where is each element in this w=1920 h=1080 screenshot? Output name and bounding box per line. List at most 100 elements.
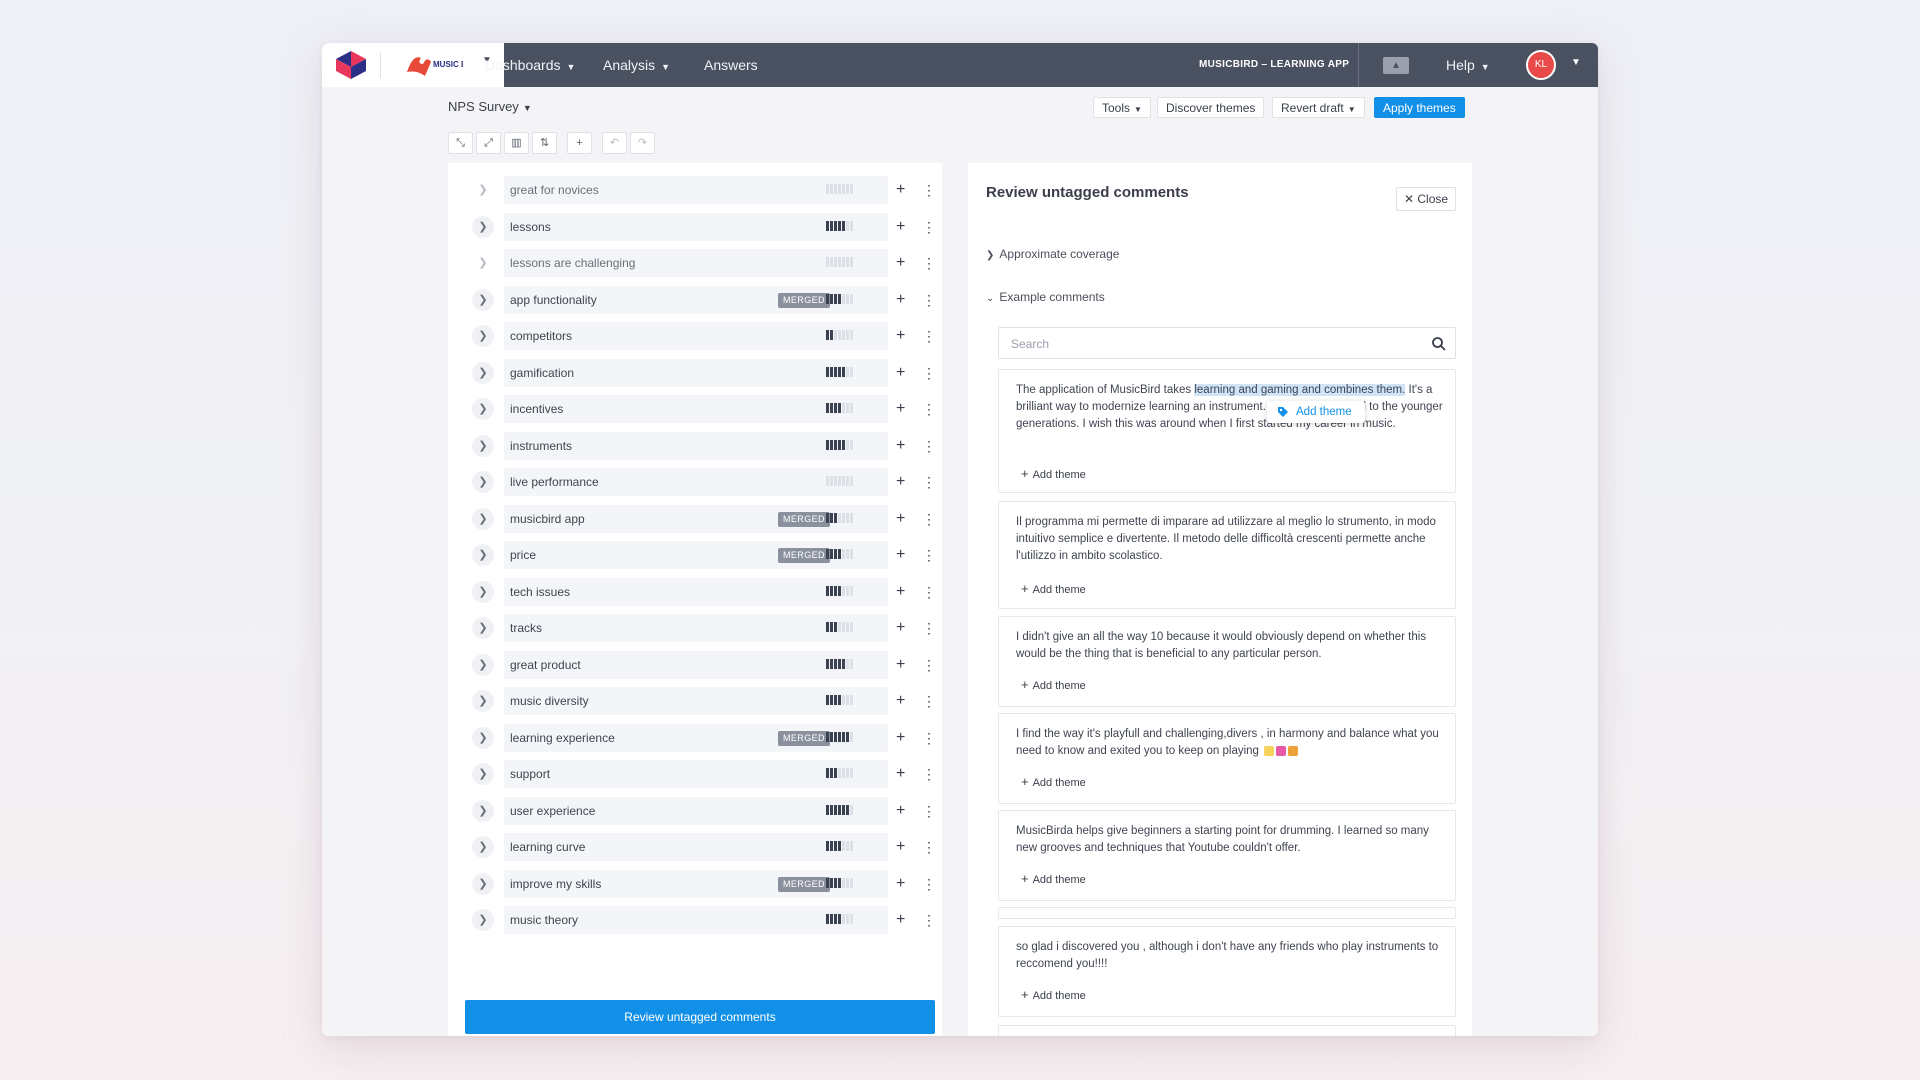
chevron-right-icon[interactable]: ❯ — [472, 690, 494, 712]
theme-row[interactable]: ❯ great for novices + ⋮ — [464, 176, 936, 206]
nav-answers[interactable]: Answers — [704, 43, 758, 87]
theme-row[interactable]: ❯ competitors + ⋮ — [464, 322, 936, 352]
add-theme-popup[interactable]: Add theme — [1267, 401, 1365, 423]
more-options-icon[interactable]: ⋮ — [922, 760, 936, 788]
review-untagged-comments-button[interactable]: Review untagged comments — [465, 1000, 935, 1034]
add-theme-button[interactable]: + Add theme — [1021, 987, 1086, 1002]
theme-row[interactable]: ❯ live performance + ⋮ — [464, 468, 936, 498]
theme-row-body[interactable]: lessons are challenging — [504, 249, 888, 277]
example-comments-toggle[interactable]: ⌄ Example comments — [986, 290, 1105, 304]
theme-row-body[interactable]: musicbird app MERGED — [504, 504, 888, 533]
theme-row[interactable]: ❯ tracks + ⋮ — [464, 614, 936, 644]
expand-icon[interactable]: ⤢ — [476, 132, 501, 154]
add-subtheme-icon[interactable]: + — [896, 213, 905, 241]
add-subtheme-icon[interactable]: + — [896, 249, 905, 277]
more-options-icon[interactable]: ⋮ — [922, 176, 936, 204]
search-input[interactable] — [1009, 334, 1413, 354]
add-theme-button[interactable]: + Add theme — [1021, 581, 1086, 596]
theme-row[interactable]: ❯ tech issues + ⋮ — [464, 577, 936, 608]
theme-row-body[interactable]: music theory — [504, 906, 888, 934]
theme-row[interactable]: ❯ user experience + ⋮ — [464, 796, 936, 827]
add-subtheme-icon[interactable]: + — [896, 614, 905, 642]
theme-row-body[interactable]: tech issues — [504, 577, 888, 606]
add-subtheme-icon[interactable]: + — [896, 359, 905, 387]
theme-row[interactable]: ❯ music diversity + ⋮ — [464, 687, 936, 717]
more-options-icon[interactable]: ⋮ — [922, 870, 936, 898]
revert-draft-button[interactable]: Revert draft ▼ — [1272, 97, 1365, 118]
more-options-icon[interactable]: ⋮ — [922, 505, 936, 533]
more-options-icon[interactable]: ⋮ — [922, 322, 936, 350]
add-subtheme-icon[interactable]: + — [896, 286, 905, 314]
chevron-right-icon[interactable]: ❯ — [472, 361, 494, 384]
nav-dashboards[interactable]: Dashboards ▼ — [485, 43, 575, 87]
more-options-icon[interactable]: ⋮ — [922, 687, 936, 715]
add-subtheme-icon[interactable]: + — [896, 760, 905, 788]
add-subtheme-icon[interactable]: + — [896, 833, 905, 861]
more-options-icon[interactable]: ⋮ — [922, 614, 936, 642]
more-options-icon[interactable]: ⋮ — [922, 906, 936, 934]
add-subtheme-icon[interactable]: + — [896, 651, 905, 679]
chevron-right-icon[interactable]: ❯ — [472, 179, 494, 201]
more-options-icon[interactable]: ⋮ — [922, 578, 936, 606]
theme-row-body[interactable]: price MERGED — [504, 541, 888, 569]
theme-row-body[interactable]: learning curve — [504, 833, 888, 861]
logo-area[interactable]: MUSIC BIRD ▼ — [322, 43, 504, 87]
more-options-icon[interactable]: ⋮ — [922, 359, 936, 387]
chevron-right-icon[interactable]: ❯ — [472, 653, 494, 676]
theme-row[interactable]: ❯ price MERGED + ⋮ — [464, 541, 936, 571]
theme-row-body[interactable]: great product — [504, 650, 888, 679]
more-options-icon[interactable]: ⋮ — [922, 724, 936, 752]
chevron-down-icon[interactable]: ▼ — [1571, 57, 1581, 68]
chevron-right-icon[interactable]: ❯ — [472, 288, 494, 311]
chevron-right-icon[interactable]: ❯ — [472, 252, 494, 274]
chart-icon[interactable]: ▥ — [504, 132, 529, 154]
add-theme-button[interactable]: + Add theme — [1021, 774, 1086, 789]
theme-row-body[interactable]: user experience — [504, 796, 888, 825]
nav-analysis[interactable]: Analysis ▼ — [603, 43, 670, 87]
collapse-icon[interactable]: ⤡ — [448, 132, 473, 154]
add-subtheme-icon[interactable]: + — [896, 870, 905, 898]
more-options-icon[interactable]: ⋮ — [922, 833, 936, 861]
add-subtheme-icon[interactable]: + — [896, 322, 905, 350]
theme-row-body[interactable]: app functionality MERGED — [504, 285, 888, 314]
theme-row[interactable]: ❯ incentives + ⋮ — [464, 395, 936, 425]
theme-row[interactable]: ❯ lessons are challenging + ⋮ — [464, 249, 936, 279]
chevron-right-icon[interactable]: ❯ — [472, 544, 494, 566]
survey-selector[interactable]: NPS Survey ▼ — [448, 99, 532, 114]
add-icon[interactable]: + — [567, 132, 592, 154]
more-options-icon[interactable]: ⋮ — [922, 286, 936, 314]
theme-row[interactable]: ❯ learning curve + ⋮ — [464, 833, 936, 863]
chevron-right-icon[interactable]: ❯ — [472, 471, 494, 493]
add-subtheme-icon[interactable]: + — [896, 176, 905, 204]
more-options-icon[interactable]: ⋮ — [922, 432, 936, 460]
add-subtheme-icon[interactable]: + — [896, 432, 905, 460]
discover-themes-button[interactable]: Discover themes — [1157, 97, 1265, 118]
theme-row-body[interactable]: competitors — [504, 322, 888, 350]
approximate-coverage-toggle[interactable]: ❯ Approximate coverage — [986, 247, 1119, 261]
undo-icon[interactable]: ↶ — [602, 132, 627, 154]
sort-icon[interactable]: ⇅ — [532, 132, 557, 154]
add-subtheme-icon[interactable]: + — [896, 687, 905, 715]
theme-row[interactable]: ❯ musicbird app MERGED + ⋮ — [464, 504, 936, 535]
chevron-right-icon[interactable]: ❯ — [472, 617, 494, 639]
more-options-icon[interactable]: ⋮ — [922, 213, 936, 241]
add-theme-button[interactable]: + Add theme — [1021, 466, 1086, 481]
more-options-icon[interactable]: ⋮ — [922, 651, 936, 679]
avatar[interactable]: KL — [1526, 50, 1556, 80]
chevron-right-icon[interactable]: ❯ — [472, 799, 494, 822]
theme-row-body[interactable]: music diversity — [504, 687, 888, 715]
theme-row-body[interactable]: improve my skills MERGED — [504, 869, 888, 898]
theme-row-body[interactable]: live performance — [504, 468, 888, 496]
theme-row-body[interactable]: incentives — [504, 395, 888, 423]
theme-row[interactable]: ❯ lessons + ⋮ — [464, 212, 936, 243]
theme-row[interactable]: ❯ improve my skills MERGED + ⋮ — [464, 869, 936, 900]
add-subtheme-icon[interactable]: + — [896, 578, 905, 606]
nav-help[interactable]: Help ▼ — [1446, 43, 1490, 87]
add-subtheme-icon[interactable]: + — [896, 724, 905, 752]
chevron-right-icon[interactable]: ❯ — [472, 909, 494, 931]
theme-row[interactable]: ❯ gamification + ⋮ — [464, 358, 936, 389]
theme-row-body[interactable]: instruments — [504, 431, 888, 460]
chevron-right-icon[interactable]: ❯ — [472, 215, 494, 238]
add-subtheme-icon[interactable]: + — [896, 505, 905, 533]
theme-row-body[interactable]: learning experience MERGED — [504, 723, 888, 752]
